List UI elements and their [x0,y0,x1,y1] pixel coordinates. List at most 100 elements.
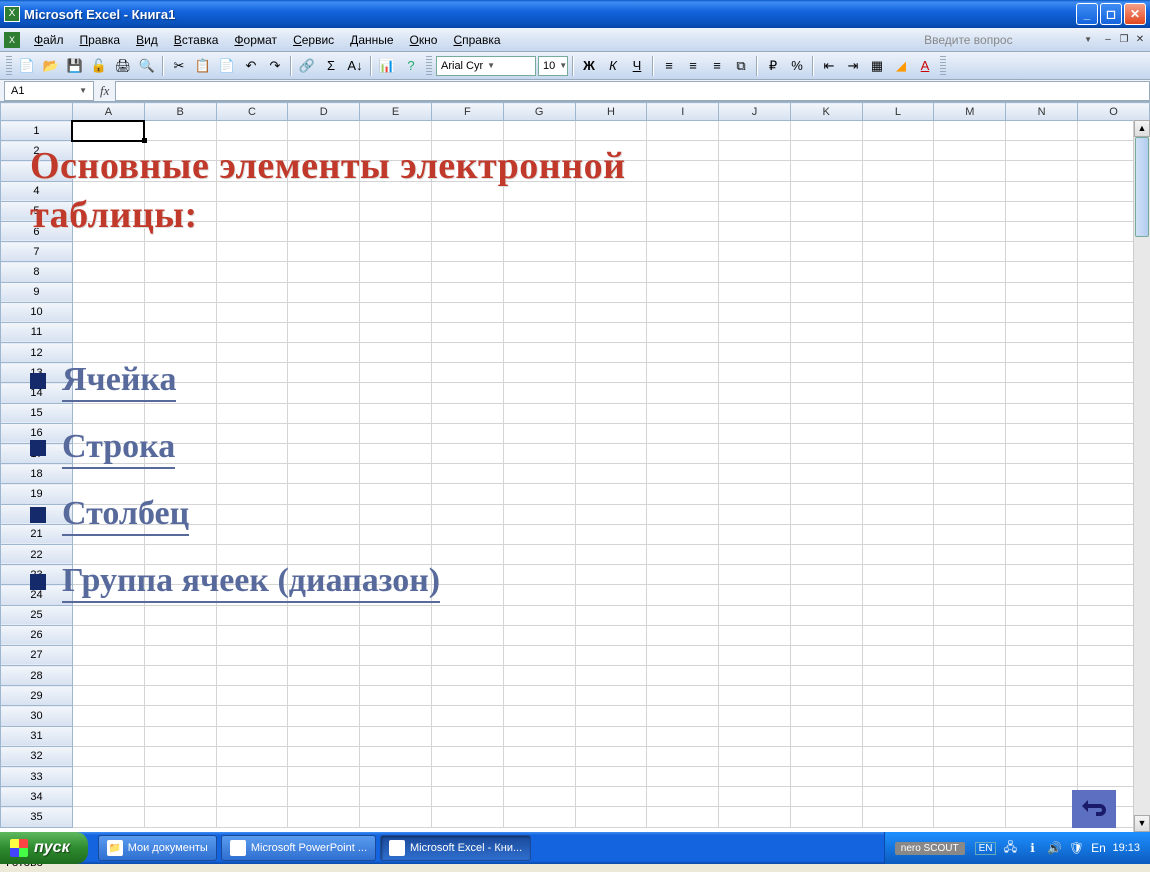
cell[interactable] [216,302,288,322]
cell[interactable] [144,444,216,464]
cell[interactable] [719,181,791,201]
cell[interactable] [934,666,1006,686]
cell[interactable] [431,322,503,342]
cell[interactable] [216,787,288,807]
cell[interactable] [144,383,216,403]
cell[interactable] [575,544,647,564]
cell[interactable] [503,302,575,322]
cell[interactable] [1006,464,1078,484]
cell[interactable] [431,302,503,322]
cell[interactable] [862,767,934,787]
window-minimize-button[interactable]: _ [1076,3,1098,25]
row-header[interactable]: 18 [1,464,73,484]
cell[interactable] [575,726,647,746]
cell[interactable] [503,504,575,524]
cell[interactable] [647,807,719,827]
cell[interactable] [719,807,791,827]
cell[interactable] [719,262,791,282]
cell[interactable] [216,504,288,524]
cell[interactable] [790,544,862,564]
cell[interactable] [934,565,1006,585]
cell[interactable] [862,444,934,464]
cell[interactable] [216,343,288,363]
cell[interactable] [288,565,360,585]
cell[interactable] [72,645,144,665]
cell[interactable] [647,423,719,443]
cell[interactable] [503,645,575,665]
cell[interactable] [719,565,791,585]
cell[interactable] [1006,242,1078,262]
cell[interactable] [934,343,1006,363]
permission-button[interactable]: 🔓 [88,55,110,77]
cell[interactable] [647,565,719,585]
cell[interactable] [719,383,791,403]
cell[interactable] [1006,181,1078,201]
help-button[interactable]: ? [400,55,422,77]
cell[interactable] [719,524,791,544]
cell[interactable] [1006,161,1078,181]
cell[interactable] [719,706,791,726]
cell[interactable] [575,282,647,302]
dropdown-arrow-icon[interactable]: ▼ [1084,35,1092,44]
doc-minimize-button[interactable]: – [1102,34,1114,46]
row-header[interactable]: 19 [1,484,73,504]
cell[interactable] [934,807,1006,827]
cell[interactable] [934,605,1006,625]
cell[interactable] [934,302,1006,322]
cell[interactable] [934,544,1006,564]
cell[interactable] [144,282,216,302]
cell[interactable] [288,363,360,383]
cell[interactable] [288,181,360,201]
cell[interactable] [503,666,575,686]
cell[interactable] [503,262,575,282]
cell[interactable] [790,625,862,645]
merge-center-button[interactable]: ⧉ [730,55,752,77]
row-header[interactable]: 1 [1,121,73,141]
cell[interactable] [288,544,360,564]
undo-button[interactable]: ↶ [240,55,262,77]
cell[interactable] [719,464,791,484]
cell[interactable] [431,524,503,544]
cell[interactable] [360,423,432,443]
cell[interactable] [790,302,862,322]
cell[interactable] [934,464,1006,484]
cell[interactable] [360,686,432,706]
cell[interactable] [862,383,934,403]
cell[interactable] [360,221,432,241]
cell[interactable] [719,484,791,504]
cell[interactable] [1006,201,1078,221]
cell[interactable] [431,645,503,665]
cell[interactable] [144,706,216,726]
row-header[interactable]: 33 [1,767,73,787]
row-header[interactable]: 5 [1,201,73,221]
cell[interactable] [719,141,791,161]
cell[interactable] [144,544,216,564]
cell[interactable] [647,504,719,524]
cell[interactable] [288,807,360,827]
cell[interactable] [360,565,432,585]
cell[interactable] [862,363,934,383]
column-header[interactable]: H [575,103,647,121]
cell[interactable] [72,706,144,726]
column-header[interactable]: B [144,103,216,121]
row-header[interactable]: 34 [1,787,73,807]
cell[interactable] [862,262,934,282]
cell[interactable] [934,121,1006,141]
cell[interactable] [360,363,432,383]
cell[interactable] [216,322,288,342]
cell[interactable] [503,141,575,161]
cell[interactable] [647,302,719,322]
cell[interactable] [216,706,288,726]
cell[interactable] [862,302,934,322]
column-header[interactable]: E [360,103,432,121]
cell[interactable] [288,585,360,605]
cell[interactable] [647,524,719,544]
row-header[interactable]: 4 [1,181,73,201]
cell[interactable] [790,464,862,484]
cell[interactable] [72,403,144,423]
cell[interactable] [431,444,503,464]
cell[interactable] [144,262,216,282]
cell[interactable] [1006,121,1078,141]
cell[interactable] [575,524,647,544]
cell[interactable] [790,444,862,464]
